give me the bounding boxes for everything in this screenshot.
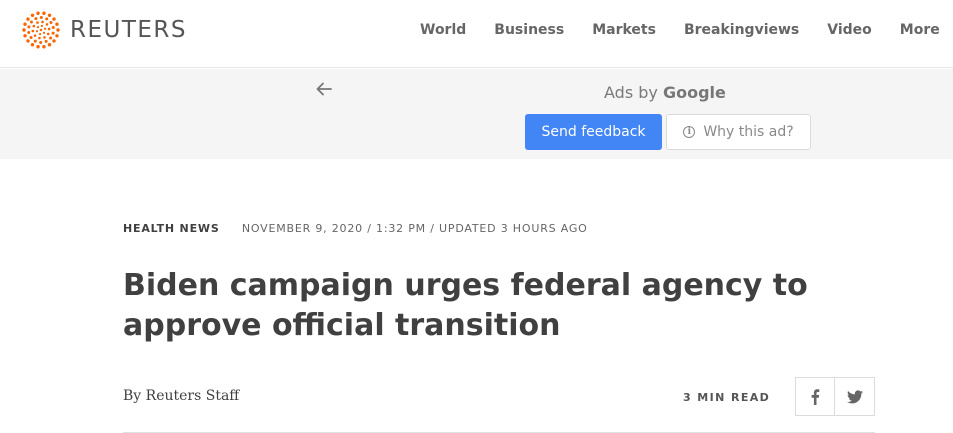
article-headline: Biden campaign urges federal agency to a… xyxy=(123,268,808,343)
section-link[interactable]: HEALTH NEWS xyxy=(123,222,220,235)
nav-video[interactable]: Video xyxy=(827,20,872,40)
share-facebook-button[interactable] xyxy=(795,377,835,416)
send-feedback-button[interactable]: Send feedback xyxy=(525,114,662,150)
read-time: 3 MIN READ xyxy=(683,391,771,404)
nav-more[interactable]: More xyxy=(900,20,940,40)
nav-business[interactable]: Business xyxy=(494,20,564,40)
facebook-icon xyxy=(811,388,820,405)
twitter-icon xyxy=(846,389,863,403)
ad-banner: Ads by Google Send feedback i Why this a… xyxy=(0,69,953,159)
main-nav: World Business Markets Breakingviews Vid… xyxy=(420,20,940,40)
nav-world[interactable]: World xyxy=(420,20,466,40)
share-twitter-button[interactable] xyxy=(835,377,875,416)
site-header: REUTERS World Business Markets Breakingv… xyxy=(0,0,953,68)
google-wordmark: Google xyxy=(662,83,726,102)
nav-markets[interactable]: Markets xyxy=(592,20,656,40)
reuters-logo[interactable]: REUTERS xyxy=(22,11,187,49)
brand-wordmark: REUTERS xyxy=(70,17,188,43)
ads-by-text: Ads by xyxy=(604,83,658,102)
why-this-ad-label: Why this ad? xyxy=(703,124,794,140)
ads-by-google-label: Ads by Google xyxy=(604,83,726,102)
info-circle-icon: i xyxy=(683,126,696,138)
byline: By Reuters Staff xyxy=(123,388,239,404)
share-buttons xyxy=(795,377,875,416)
why-this-ad-button[interactable]: i Why this ad? xyxy=(666,114,811,150)
byline-author[interactable]: Reuters Staff xyxy=(146,388,240,404)
reuters-dot-sphere-icon xyxy=(22,11,60,49)
nav-breakingviews[interactable]: Breakingviews xyxy=(684,20,799,40)
arrow-left-icon[interactable] xyxy=(314,79,334,99)
article-dateline: NOVEMBER 9, 2020 / 1:32 PM / UPDATED 3 H… xyxy=(241,222,588,235)
byline-prefix: By xyxy=(123,388,142,404)
article-meta: HEALTH NEWS NOVEMBER 9, 2020 / 1:32 PM /… xyxy=(123,222,588,235)
